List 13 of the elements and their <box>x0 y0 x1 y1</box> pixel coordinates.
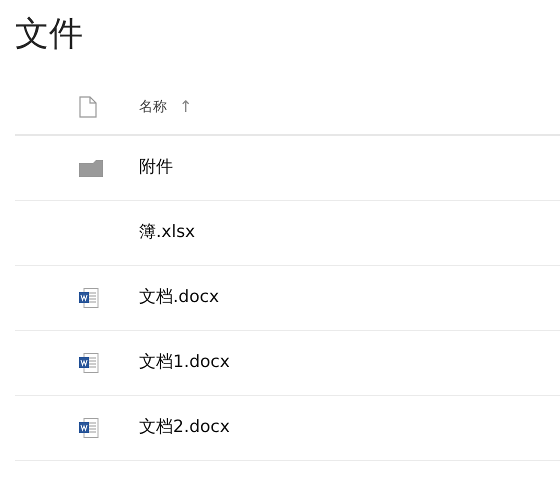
file-name[interactable]: 文档2.docx <box>139 415 230 441</box>
word-document-icon <box>79 288 99 308</box>
name-column-header[interactable]: 名称 <box>139 96 167 118</box>
sort-arrow: ↑ <box>179 96 192 118</box>
file-name[interactable]: 附件 <box>139 155 173 181</box>
file-name[interactable]: 文档.docx <box>139 285 220 311</box>
page-title: 文件 <box>14 13 84 56</box>
file-name[interactable]: 簿.xlsx <box>139 220 196 246</box>
word-document-icon <box>79 418 99 438</box>
file-icon <box>79 96 97 118</box>
word-document-icon <box>79 353 99 373</box>
folder-icon <box>79 160 103 176</box>
file-name[interactable]: 文档1.docx <box>139 350 230 376</box>
